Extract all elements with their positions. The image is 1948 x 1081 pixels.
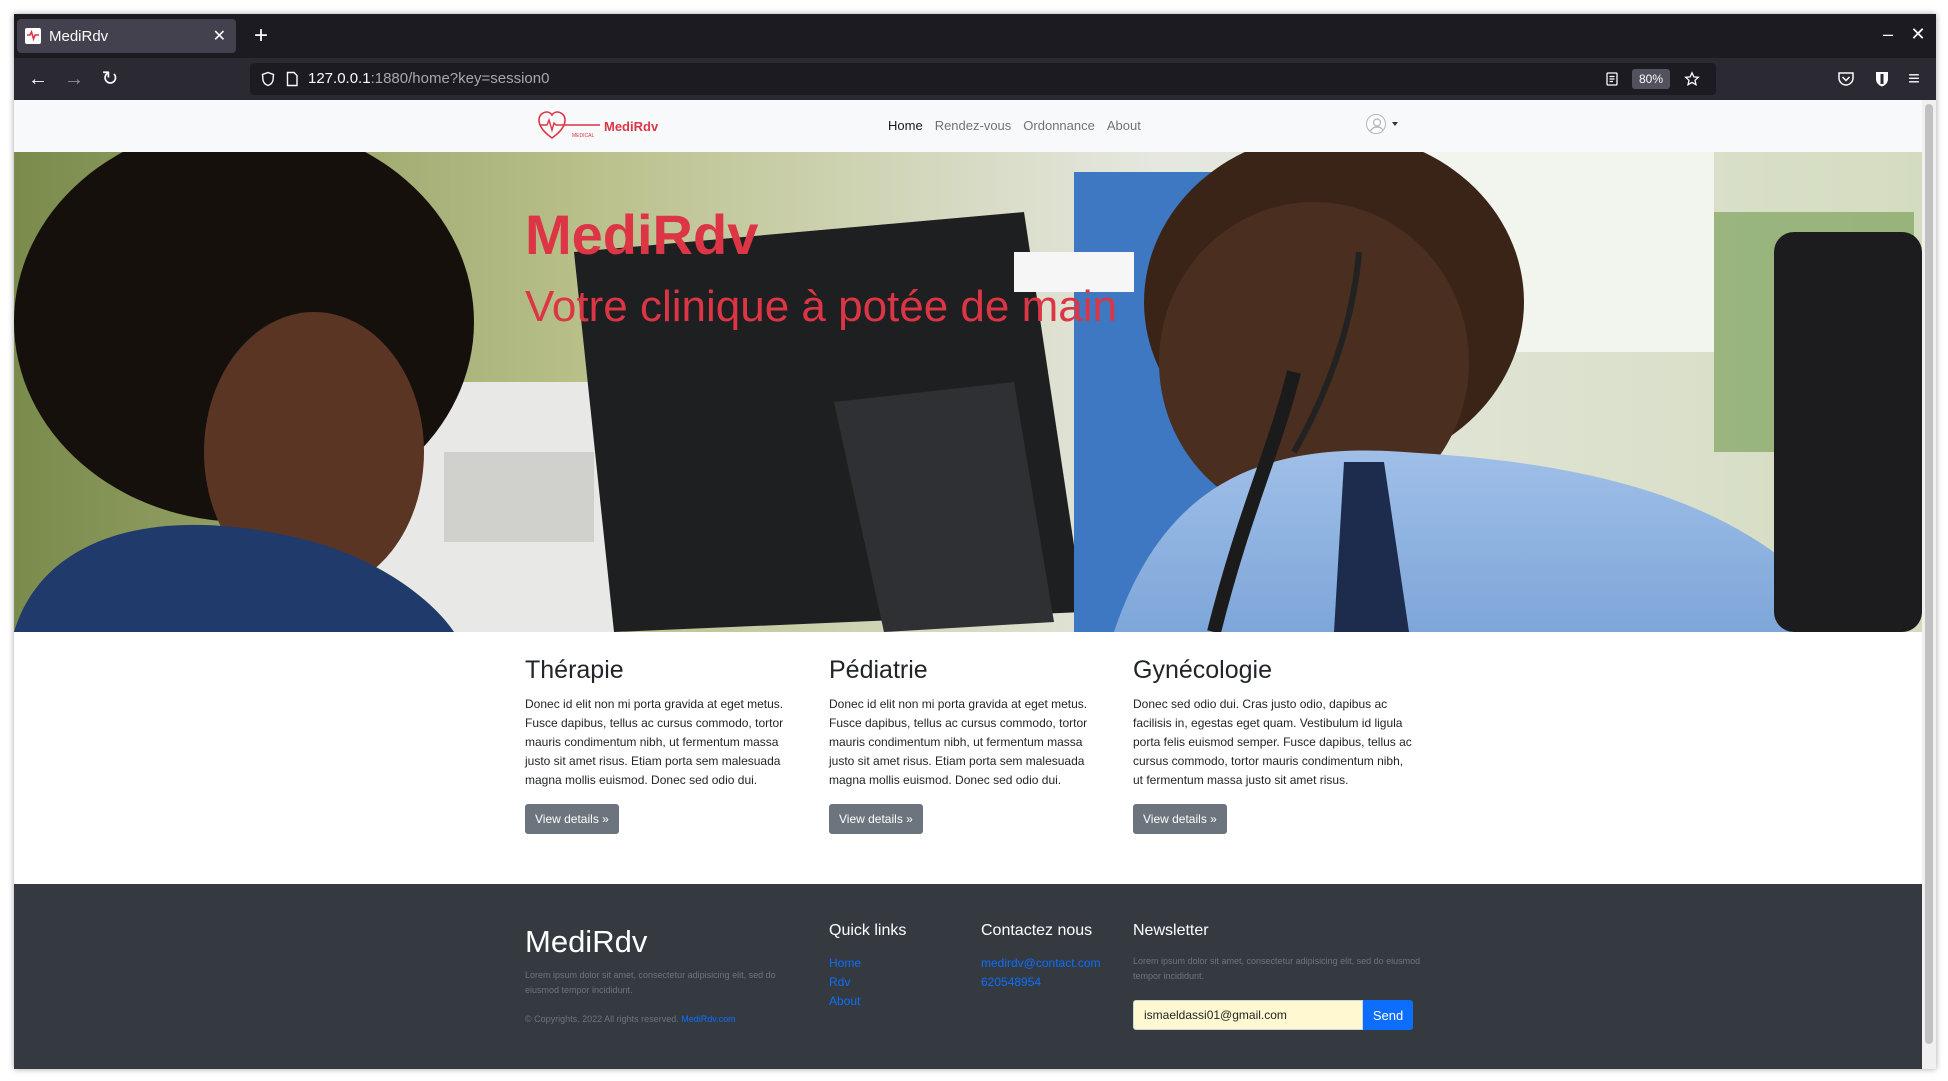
copyright-link[interactable]: MediRdv.com [681, 1014, 735, 1024]
zoom-badge[interactable]: 80% [1632, 69, 1670, 89]
url-host: 127.0.0.1 [308, 70, 371, 87]
view-details-button[interactable]: View details » [525, 804, 619, 834]
new-tab-icon[interactable]: + [246, 21, 276, 51]
site-footer: MediRdv Lorem ipsum dolor sit amet, cons… [14, 884, 1922, 1069]
footer-link-rdv[interactable]: Rdv [829, 973, 949, 992]
reload-icon[interactable]: ↻ [96, 65, 124, 93]
tab-title: MediRdv [49, 27, 109, 45]
heart-pulse-logo-icon: MEDICAL [538, 111, 600, 139]
feature-title: Gynécologie [1133, 656, 1272, 684]
brand-text: MediRdv [604, 118, 659, 134]
nav-link-about[interactable]: About [1107, 118, 1141, 133]
feature-therapie: Thérapie Donec id elit non mi porta grav… [525, 656, 807, 834]
page-viewport: MEDICAL MediRdv Home Rendez-vous Ordonna… [14, 100, 1922, 1069]
forward-arrow-icon[interactable]: → [60, 65, 88, 93]
newsletter-email-input[interactable] [1133, 1000, 1363, 1030]
back-arrow-icon[interactable]: ← [24, 65, 52, 93]
nav-link-rendez-vous[interactable]: Rendez-vous [935, 118, 1012, 133]
chevron-down-icon [1392, 122, 1398, 126]
url-path: :1880/home?key=session0 [370, 70, 550, 87]
user-dropdown[interactable] [1366, 114, 1398, 134]
feature-text: Donec id elit non mi porta gravida at eg… [829, 697, 1088, 787]
page-icon[interactable] [284, 71, 300, 87]
site-nav-links: Home Rendez-vous Ordonnance About [888, 118, 1141, 133]
extension-shield-icon[interactable] [1872, 69, 1892, 89]
footer-brand-column: MediRdv Lorem ipsum dolor sit amet, cons… [525, 924, 805, 1027]
tab-bar: MediRdv ✕ + – ✕ [14, 14, 1936, 58]
newsletter-send-button[interactable]: Send [1363, 1000, 1413, 1030]
user-avatar-icon [1366, 114, 1386, 134]
copyright-text: © Copyrights. 2022 All rights reserved. [525, 1014, 679, 1024]
hero-subtitle: Votre clinique à potée de main [525, 282, 1117, 331]
hero-photo-doctor-patient [14, 152, 1922, 632]
footer-newsletter: Newsletter Lorem ipsum dolor sit amet, c… [1133, 922, 1423, 1030]
footer-link-about[interactable]: About [829, 992, 949, 1011]
url-bar[interactable]: 127.0.0.1:1880/home?key=session0 80% [250, 63, 1716, 95]
newsletter-title: Newsletter [1133, 922, 1209, 939]
nav-link-home[interactable]: Home [888, 118, 923, 133]
reader-view-icon[interactable] [1604, 71, 1620, 87]
newsletter-form: Send [1133, 1000, 1423, 1030]
footer-copyright: © Copyrights. 2022 All rights reserved. … [525, 1012, 805, 1027]
contact-title: Contactez nous [981, 922, 1093, 939]
shield-icon[interactable] [260, 71, 276, 87]
footer-brand: MediRdv [525, 924, 648, 959]
footer-contact: Contactez nous medirdv@contact.com 62054… [981, 922, 1131, 992]
url-text[interactable]: 127.0.0.1:1880/home?key=session0 [308, 70, 549, 87]
contact-phone-link[interactable]: 620548954 [981, 973, 1131, 992]
hero-title: MediRdv [525, 203, 759, 266]
tab-medirdv[interactable]: MediRdv ✕ [17, 19, 236, 53]
footer-quick-links: Quick links Home Rdv About [829, 922, 949, 1011]
nav-link-ordonnance[interactable]: Ordonnance [1023, 118, 1095, 133]
navigation-toolbar: ← → ↻ 127.0.0.1:1880/home?key=session0 8… [14, 58, 1936, 100]
bookmark-star-icon[interactable] [1684, 71, 1700, 87]
minimize-icon[interactable]: – [1876, 22, 1900, 46]
heartbeat-favicon-icon [25, 28, 41, 44]
close-window-icon[interactable]: ✕ [1906, 22, 1930, 46]
site-navbar: MEDICAL MediRdv Home Rendez-vous Ordonna… [14, 100, 1922, 152]
pocket-icon[interactable] [1836, 69, 1856, 89]
page-scrollbar[interactable] [1922, 100, 1936, 1069]
view-details-button[interactable]: View details » [829, 804, 923, 834]
logo-word: MEDICAL [572, 133, 594, 139]
feature-text: Donec id elit non mi porta gravida at eg… [525, 697, 784, 787]
contact-email-link[interactable]: medirdv@contact.com [981, 954, 1131, 973]
newsletter-text: Lorem ipsum dolor sit amet, consectetur … [1133, 956, 1421, 981]
quick-links-title: Quick links [829, 922, 907, 939]
feature-gynecologie: Gynécologie Donec sed odio dui. Cras jus… [1133, 656, 1415, 834]
site-brand[interactable]: MEDICAL MediRdv [538, 110, 658, 142]
footer-brand-text: Lorem ipsum dolor sit amet, consectetur … [525, 970, 776, 995]
hero-banner: MediRdv Votre clinique à potée de main [14, 152, 1922, 632]
feature-title: Pédiatrie [829, 656, 928, 684]
feature-title: Thérapie [525, 656, 624, 684]
tab-close-icon[interactable]: ✕ [213, 26, 226, 46]
feature-text: Donec sed odio dui. Cras justo odio, dap… [1133, 697, 1412, 787]
scrollbar-thumb[interactable] [1925, 104, 1933, 1044]
menu-hamburger-icon[interactable]: ≡ [1900, 65, 1928, 93]
feature-pediatrie: Pédiatrie Donec id elit non mi porta gra… [829, 656, 1111, 834]
browser-window: MediRdv ✕ + – ✕ ← → ↻ 127.0.0.1:1880/hom… [14, 14, 1936, 1069]
footer-link-home[interactable]: Home [829, 954, 949, 973]
view-details-button[interactable]: View details » [1133, 804, 1227, 834]
